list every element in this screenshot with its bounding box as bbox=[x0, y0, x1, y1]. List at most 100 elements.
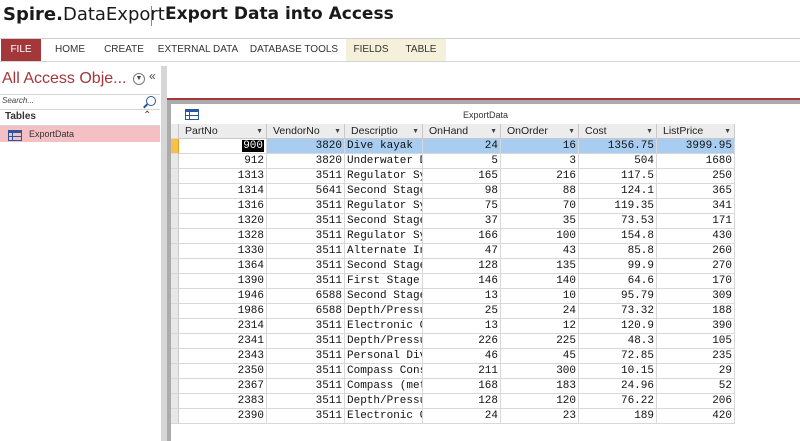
table-cell[interactable]: 70 bbox=[501, 199, 579, 214]
table-cell[interactable]: 1313 bbox=[179, 169, 267, 184]
table-cell[interactable]: 73.32 bbox=[579, 304, 657, 319]
table-cell[interactable]: 3820 bbox=[267, 154, 345, 169]
table-cell[interactable]: 165 bbox=[423, 169, 501, 184]
table-cell[interactable]: 420 bbox=[657, 409, 735, 424]
table-cell[interactable]: 2341 bbox=[179, 334, 267, 349]
table-cell[interactable]: 99.9 bbox=[579, 259, 657, 274]
record-selector[interactable] bbox=[171, 169, 179, 184]
table-cell[interactable]: 189 bbox=[579, 409, 657, 424]
table-cell[interactable]: 3511 bbox=[267, 244, 345, 259]
record-selector[interactable] bbox=[171, 199, 179, 214]
record-selector[interactable] bbox=[171, 394, 179, 409]
column-header-vendorno[interactable]: VendorNo ▼ bbox=[267, 124, 345, 139]
record-selector[interactable] bbox=[171, 409, 179, 424]
table-cell[interactable]: 154.8 bbox=[579, 229, 657, 244]
table-cell[interactable]: 216 bbox=[501, 169, 579, 184]
record-selector[interactable] bbox=[171, 184, 179, 199]
table-cell[interactable]: 105 bbox=[657, 334, 735, 349]
table-cell[interactable]: 6588 bbox=[267, 289, 345, 304]
table-cell[interactable]: 1680 bbox=[657, 154, 735, 169]
table-cell[interactable]: Electronic C bbox=[345, 319, 423, 334]
record-selector[interactable] bbox=[171, 274, 179, 289]
record-selector[interactable] bbox=[171, 334, 179, 349]
table-cell[interactable]: 430 bbox=[657, 229, 735, 244]
table-cell[interactable]: Second Stage bbox=[345, 184, 423, 199]
table-cell[interactable]: 45 bbox=[501, 349, 579, 364]
table-cell[interactable]: 10 bbox=[501, 289, 579, 304]
record-selector[interactable] bbox=[171, 349, 179, 364]
table-cell[interactable]: 206 bbox=[657, 394, 735, 409]
table-cell[interactable]: 168 bbox=[423, 379, 501, 394]
table-cell[interactable]: 226 bbox=[423, 334, 501, 349]
table-cell[interactable]: 2367 bbox=[179, 379, 267, 394]
table-cell[interactable]: 52 bbox=[657, 379, 735, 394]
tab-database-tools[interactable]: DATABASE TOOLS bbox=[246, 39, 342, 61]
table-cell[interactable]: 13 bbox=[423, 319, 501, 334]
table-cell[interactable]: 29 bbox=[657, 364, 735, 379]
table-cell[interactable]: 2383 bbox=[179, 394, 267, 409]
table-cell[interactable]: 128 bbox=[423, 394, 501, 409]
collapse-pane-icon[interactable]: « bbox=[149, 69, 156, 83]
table-cell[interactable]: 3511 bbox=[267, 349, 345, 364]
table-cell[interactable]: Compass (met bbox=[345, 379, 423, 394]
table-cell[interactable]: 75 bbox=[423, 199, 501, 214]
table-cell[interactable]: 119.35 bbox=[579, 199, 657, 214]
record-selector[interactable] bbox=[171, 154, 179, 169]
table-cell[interactable]: 2314 bbox=[179, 319, 267, 334]
table-cell[interactable]: 1390 bbox=[179, 274, 267, 289]
table-cell[interactable]: Personal Div bbox=[345, 349, 423, 364]
nav-item-exportdata[interactable]: ExportData bbox=[0, 126, 160, 142]
table-cell[interactable]: 3999.95 bbox=[657, 139, 735, 154]
tab-file[interactable]: FILE bbox=[1, 39, 41, 61]
record-selector[interactable] bbox=[171, 304, 179, 319]
table-cell[interactable]: 250 bbox=[657, 169, 735, 184]
column-header-onorder[interactable]: OnOrder ▼ bbox=[501, 124, 579, 139]
table-cell[interactable]: 146 bbox=[423, 274, 501, 289]
table-cell[interactable]: 171 bbox=[657, 214, 735, 229]
table-cell[interactable]: Depth/Pressu bbox=[345, 304, 423, 319]
table-cell[interactable]: Compass Cons bbox=[345, 364, 423, 379]
table-cell[interactable]: 3820 bbox=[267, 139, 345, 154]
table-cell[interactable]: 3511 bbox=[267, 274, 345, 289]
table-cell[interactable]: 3511 bbox=[267, 259, 345, 274]
nav-search-box[interactable]: Search... bbox=[0, 94, 160, 110]
table-cell[interactable]: 24.96 bbox=[579, 379, 657, 394]
column-header-description[interactable]: Descriptio ▼ bbox=[345, 124, 423, 139]
table-cell[interactable]: 235 bbox=[657, 349, 735, 364]
table-cell[interactable]: 6588 bbox=[267, 304, 345, 319]
table-cell[interactable]: 46 bbox=[423, 349, 501, 364]
table-cell[interactable]: 3511 bbox=[267, 334, 345, 349]
table-cell[interactable]: 341 bbox=[657, 199, 735, 214]
table-cell[interactable]: 300 bbox=[501, 364, 579, 379]
table-cell[interactable]: 183 bbox=[501, 379, 579, 394]
table-cell[interactable]: Electronic C bbox=[345, 409, 423, 424]
record-selector[interactable] bbox=[171, 244, 179, 259]
table-cell[interactable]: 117.5 bbox=[579, 169, 657, 184]
table-cell[interactable]: Dive kayak bbox=[345, 139, 423, 154]
table-cell[interactable]: First Stage bbox=[345, 274, 423, 289]
table-cell[interactable]: 1986 bbox=[179, 304, 267, 319]
tab-home[interactable]: HOME bbox=[46, 39, 94, 61]
table-cell[interactable]: 35 bbox=[501, 214, 579, 229]
column-header-onhand[interactable]: OnHand ▼ bbox=[423, 124, 501, 139]
table-cell[interactable]: Regulator Sy bbox=[345, 229, 423, 244]
table-cell[interactable]: 47 bbox=[423, 244, 501, 259]
table-cell[interactable]: 504 bbox=[579, 154, 657, 169]
table-cell[interactable]: 98 bbox=[423, 184, 501, 199]
table-cell[interactable]: Second Stage bbox=[345, 259, 423, 274]
table-cell[interactable]: 1316 bbox=[179, 199, 267, 214]
table-cell[interactable]: 912 bbox=[179, 154, 267, 169]
record-selector[interactable] bbox=[171, 139, 179, 154]
table-cell[interactable]: 16 bbox=[501, 139, 579, 154]
table-cell[interactable]: 135 bbox=[501, 259, 579, 274]
tab-create[interactable]: CREATE bbox=[98, 39, 150, 61]
chevron-down-icon[interactable]: ▼ bbox=[133, 73, 145, 85]
table-cell[interactable]: 3511 bbox=[267, 169, 345, 184]
table-cell[interactable]: 124.1 bbox=[579, 184, 657, 199]
table-cell[interactable]: 1320 bbox=[179, 214, 267, 229]
table-cell[interactable]: 3511 bbox=[267, 229, 345, 244]
table-cell[interactable]: 43 bbox=[501, 244, 579, 259]
table-cell[interactable]: 365 bbox=[657, 184, 735, 199]
table-cell[interactable]: 23 bbox=[501, 409, 579, 424]
table-cell[interactable]: 390 bbox=[657, 319, 735, 334]
